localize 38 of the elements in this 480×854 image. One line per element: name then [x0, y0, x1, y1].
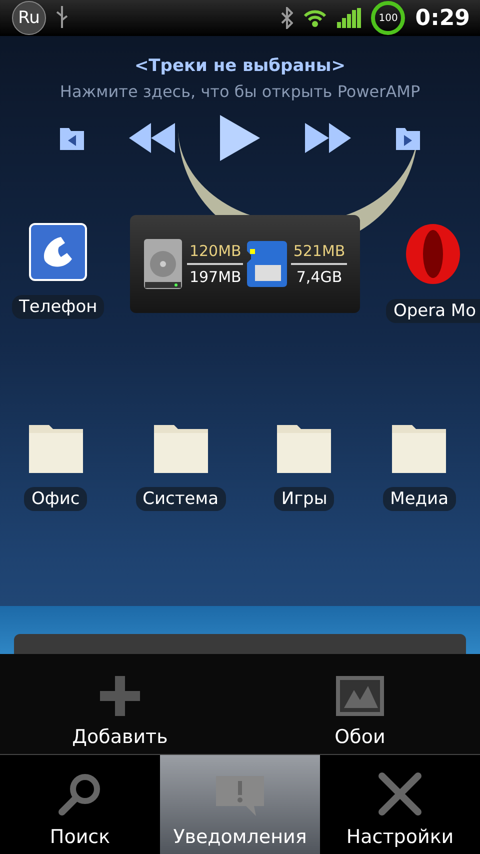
- menu-item[interactable]: Настройки: [320, 754, 480, 854]
- folder-label[interactable]: Система: [136, 487, 226, 511]
- internal-free-space: 120MB: [187, 242, 244, 265]
- sd-total-space: 7,4GB: [296, 267, 342, 286]
- storage-widget[interactable]: 120MB 197MB 521MB 7,4GB: [130, 215, 360, 313]
- phone-icon[interactable]: [29, 223, 88, 281]
- next-folder-icon[interactable]: [396, 126, 420, 150]
- app-label[interactable]: Телефон: [12, 295, 104, 319]
- folder-label[interactable]: Игры: [274, 487, 334, 511]
- internal-total-space: 197MB: [189, 267, 242, 286]
- previous-folder-icon[interactable]: [60, 126, 84, 150]
- sd-free-space: 521MB: [291, 242, 348, 265]
- menu-item[interactable]: Поиск: [0, 754, 160, 854]
- hard-drive-icon: [143, 238, 184, 290]
- picture-icon: [336, 676, 384, 716]
- track-title[interactable]: <Треки не выбраны>: [134, 56, 346, 76]
- menu-item[interactable]: Уведомления: [160, 754, 320, 854]
- battery-indicator: 100: [371, 1, 406, 35]
- language-indicator: Ru: [12, 1, 46, 35]
- rewind-icon[interactable]: [129, 123, 175, 153]
- usb-icon: [56, 6, 68, 30]
- letter-o-logo-icon[interactable]: [404, 223, 462, 285]
- signal-icon: [337, 8, 362, 28]
- menu-item[interactable]: Обои: [240, 654, 480, 754]
- fast-forward-icon[interactable]: [305, 123, 351, 153]
- wifi-icon: [303, 8, 328, 28]
- app-label[interactable]: Opera Mo: [386, 299, 480, 323]
- folder-label[interactable]: Офис: [24, 487, 87, 511]
- search-icon: [58, 772, 102, 816]
- menu-item[interactable]: Добавить: [0, 654, 240, 754]
- alert-message-icon: [216, 776, 264, 816]
- plus-icon: [100, 676, 140, 716]
- sd-card-icon: [247, 241, 288, 287]
- open-player-hint[interactable]: Нажмите здесь, что бы открыть PowerAMP: [60, 82, 420, 101]
- bluetooth-icon: [281, 7, 294, 29]
- folder-label[interactable]: Медиа: [383, 487, 456, 511]
- clock: 0:29: [415, 6, 470, 30]
- play-icon[interactable]: [220, 115, 260, 161]
